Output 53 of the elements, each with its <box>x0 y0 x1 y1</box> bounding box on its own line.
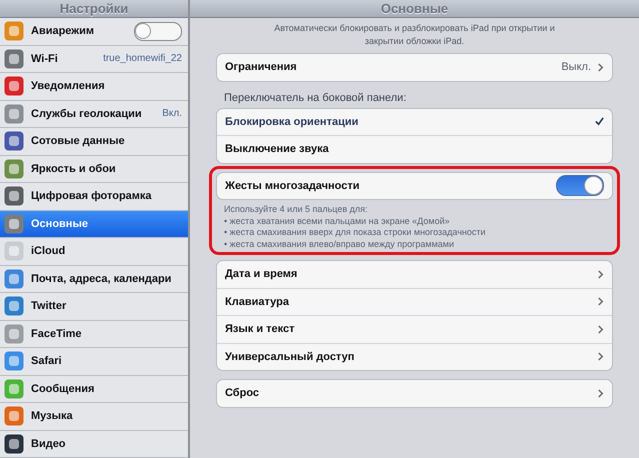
sidebar-item[interactable]: Яркость и обои <box>0 156 188 183</box>
chevron-icon <box>597 62 604 72</box>
row-label: Выключение звука <box>225 143 330 156</box>
settings-row[interactable]: Универсальный доступ <box>217 342 612 370</box>
sidebar-title: Настройки <box>60 1 128 17</box>
settings-row[interactable]: Дата и время <box>217 261 612 288</box>
sidebar-item[interactable]: Сообщения <box>0 376 188 403</box>
sidebar-item[interactable]: Safari <box>0 348 188 376</box>
detail-title: Основные <box>380 1 448 17</box>
row-label: Язык и текст <box>225 323 296 336</box>
settings-row[interactable]: Выключение звука <box>217 135 612 162</box>
sidebar-item[interactable]: Музыка <box>0 403 188 430</box>
footer-text: • жеста смахивания вверх для показа строки многозадачности <box>223 227 487 238</box>
settings-row[interactable]: Сброс <box>217 380 612 406</box>
sidebar-item[interactable]: Wi-Fi true_homewifi_22 <box>0 46 188 73</box>
chevron-icon <box>597 324 604 334</box>
settings-row[interactable]: Клавиатура <box>217 288 612 315</box>
settings-row[interactable]: Язык и текст <box>217 315 612 342</box>
footer-text: • жеста хватания всеми пальцами на экране «Домой» <box>223 216 451 227</box>
sidebar-item[interactable]: iCloud <box>0 238 188 266</box>
row-label: Универсальный доступ <box>225 350 356 363</box>
sidebar-item[interactable]: Почта, адреса, календари <box>0 266 188 293</box>
description-text: Автоматически блокировать и разблокировать iPad при открытии и закрытии обложки iPad. <box>273 22 556 48</box>
sidebar-item[interactable]: Видео <box>0 430 188 458</box>
toggle-switch[interactable] <box>134 22 182 41</box>
sidebar-item[interactable]: FaceTime <box>0 320 188 348</box>
row-label: Ограничения <box>225 61 298 74</box>
row-label: Сброс <box>225 387 260 400</box>
chevron-icon <box>597 270 604 279</box>
chevron-icon <box>597 388 604 398</box>
sidebar-item[interactable]: Службы геолокации Вкл. <box>0 100 188 128</box>
row-label: Клавиатура <box>225 296 290 308</box>
settings-row[interactable]: Ограничения Выкл. <box>217 54 612 80</box>
section-header: Переключатель на боковой панели: <box>223 90 408 104</box>
footer-text: • жеста смахивания влево/вправо между программами <box>223 238 455 250</box>
setting-value: true_homewifi_22 <box>103 53 182 64</box>
footer-text: Используйте 4 или 5 пальцев для: <box>223 204 369 216</box>
row-label: Дата и время <box>225 268 298 280</box>
sidebar-item[interactable]: Авиарежим <box>0 18 188 46</box>
settings-row[interactable]: Блокировка ориентации <box>217 108 612 135</box>
toggle-switch[interactable] <box>556 175 604 196</box>
setting-value: Вкл. <box>162 108 182 120</box>
sidebar-item[interactable]: Сотовые данные <box>0 128 188 156</box>
settings-row[interactable]: Жесты многозадачности <box>217 172 612 199</box>
sidebar-item[interactable]: Цифровая фоторамка <box>0 183 188 210</box>
row-value: Выкл. <box>561 61 591 74</box>
row-label: Жесты многозадачности <box>225 180 361 192</box>
sidebar-item[interactable]: Twitter <box>0 293 188 320</box>
sidebar-item[interactable]: Основные <box>0 210 188 238</box>
row-label: Блокировка ориентации <box>225 116 360 128</box>
sidebar-item[interactable]: Уведомления <box>0 73 188 100</box>
chevron-icon <box>597 352 604 362</box>
chevron-icon <box>597 297 604 306</box>
